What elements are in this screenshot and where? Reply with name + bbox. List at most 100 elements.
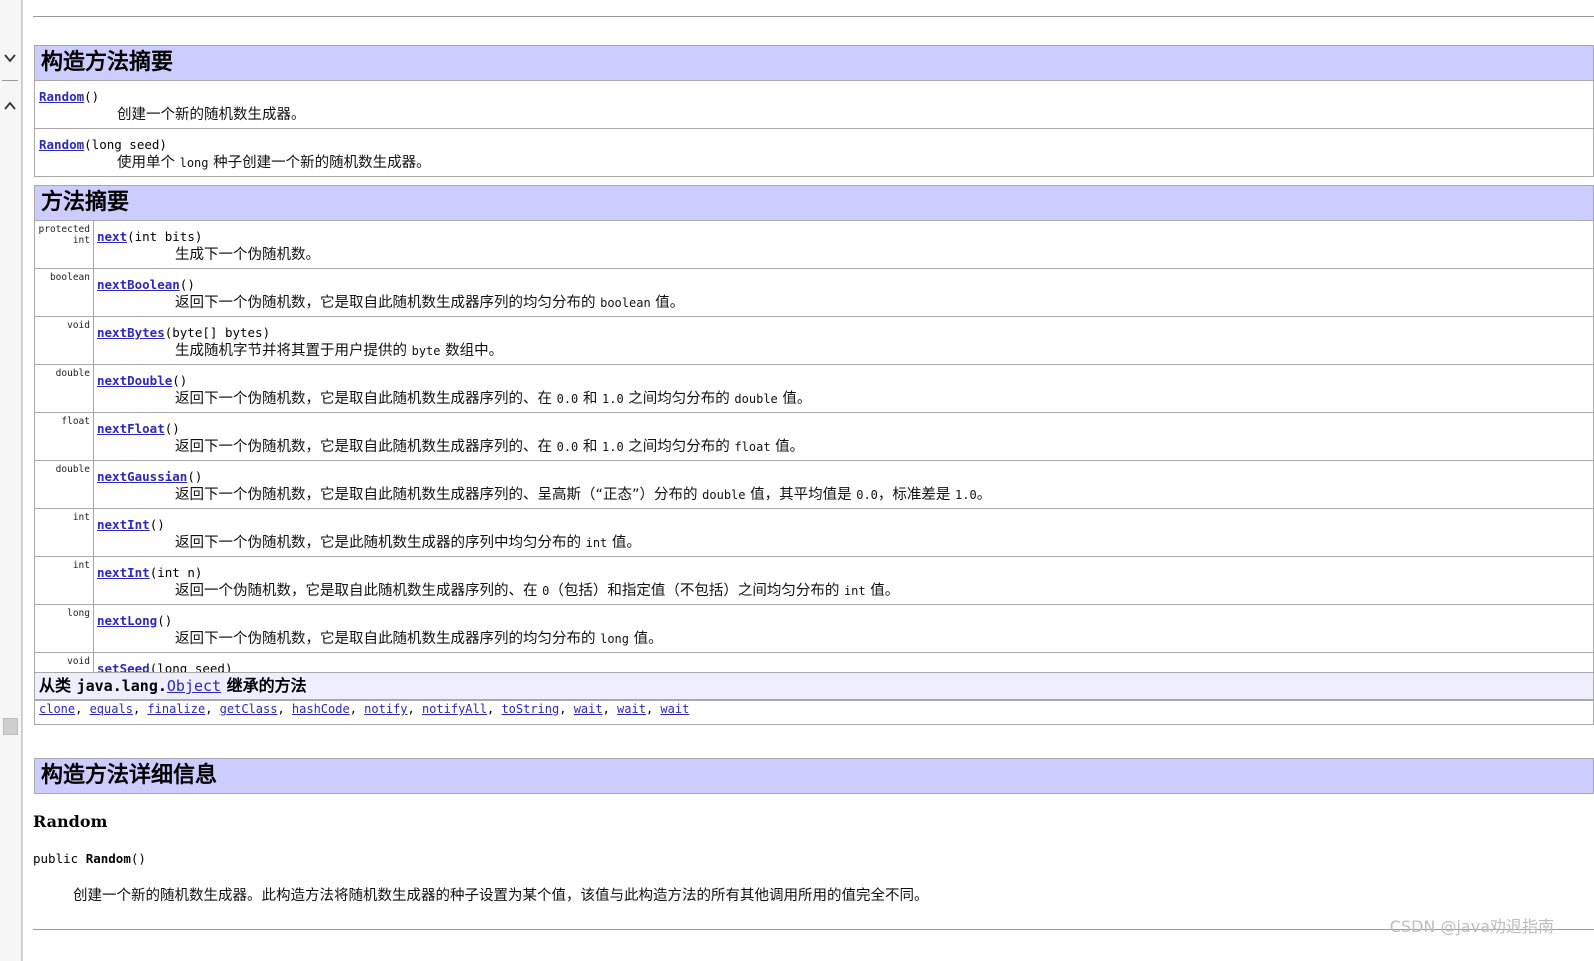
method-description: 返回下一个伪随机数，它是取自此随机数生成器序列的、在 0.0 和 1.0 之间均…: [97, 437, 1589, 457]
desc-text: 值。: [770, 439, 805, 455]
inherit-suffix: 继承的方法: [221, 676, 307, 695]
return-type-cell: int: [34, 556, 94, 605]
method-description: 返回下一个伪随机数，它是此随机数生成器的序列中均匀分布的 int 值。: [97, 533, 1589, 553]
desc-text: 值，其平均值是: [745, 487, 857, 503]
return-type: boolean: [49, 272, 90, 283]
method-description: 返回一个伪随机数，它是取自此随机数生成器序列的、在 0（包括）和指定值（不包括）…: [97, 581, 1589, 601]
table-row: Random(long seed) 使用单个 long 种子创建一个新的随机数生…: [34, 128, 1594, 177]
scroll-handle[interactable]: [3, 718, 18, 735]
method-link[interactable]: nextDouble: [97, 373, 172, 388]
desc-text: 数组中。: [440, 343, 504, 359]
table-row: void nextBytes(byte[] bytes) 生成随机字节并将其置于用户…: [34, 316, 1594, 365]
desc-text: 值。: [607, 535, 641, 551]
constructor-description: 创建一个新的随机数生成器。: [117, 107, 306, 123]
desc-code: int: [843, 584, 866, 598]
return-type-cell: double: [34, 364, 94, 413]
desc-text: （包括）和指定值（不包括）之间均匀分布的: [549, 583, 844, 599]
inherited-method-link[interactable]: clone: [39, 702, 75, 716]
inherited-method-link[interactable]: notify: [364, 702, 407, 716]
chevron-down-icon[interactable]: [2, 50, 18, 66]
constructor-params: (): [84, 89, 100, 104]
return-type: void: [67, 656, 90, 667]
method-link[interactable]: nextFloat: [97, 421, 165, 436]
return-type-cell: boolean: [34, 268, 94, 317]
inherited-method-link[interactable]: wait: [574, 702, 603, 716]
method-params: (int n): [149, 565, 203, 580]
desc-text: 返回下一个伪随机数，它是此随机数生成器的序列中均匀分布的: [175, 535, 586, 551]
method-params: (): [157, 613, 173, 628]
desc-text: 生成随机字节并将其置于用户提供的: [175, 343, 412, 359]
desc-text: 。: [976, 487, 992, 503]
return-type: double: [55, 464, 90, 475]
method-description: 返回下一个伪随机数，它是取自此随机数生成器序列的均匀分布的 boolean 值。: [97, 293, 1589, 313]
method-params: (int bits): [127, 229, 203, 244]
constructor-declaration: public Random(): [33, 851, 146, 866]
method-params: (): [164, 421, 180, 436]
return-type-cell: protected int: [34, 220, 94, 269]
return-type: int: [72, 235, 90, 246]
desc-text: 返回下一个伪随机数，它是取自此随机数生成器序列的、在: [175, 391, 557, 407]
desc-code: long: [600, 632, 630, 646]
chevron-up-icon[interactable]: [2, 98, 18, 114]
desc-text: 返回下一个伪随机数，它是取自此随机数生成器序列的、呈高斯（“正态”）分布的: [175, 487, 703, 503]
desc-text: 和: [578, 391, 603, 407]
desc-text: 值。: [777, 391, 812, 407]
desc-text: 返回下一个伪随机数，它是取自此随机数生成器序列的、在: [175, 439, 557, 455]
inherit-package: java.lang.: [76, 677, 167, 695]
method-link[interactable]: nextGaussian: [97, 469, 187, 484]
method-description: 返回下一个伪随机数，它是取自此随机数生成器序列的、呈高斯（“正态”）分布的 do…: [97, 485, 1589, 505]
method-link[interactable]: next: [97, 229, 127, 244]
inherited-method-link[interactable]: toString: [501, 702, 559, 716]
method-cell: nextDouble() 返回下一个伪随机数，它是取自此随机数生成器序列的、在 0…: [93, 364, 1594, 413]
desc-text: 种子创建一个新的随机数生成器。: [208, 155, 431, 171]
constructor-link[interactable]: Random: [39, 89, 84, 104]
constructor-detail-table: 构造方法详细信息: [34, 758, 1594, 794]
desc-text: 之间均匀分布的: [623, 439, 735, 455]
method-link[interactable]: nextBytes: [97, 325, 165, 340]
desc-text: 值。: [865, 583, 900, 599]
desc-code: 0.0: [856, 488, 878, 502]
method-cell: nextInt(int n) 返回一个伪随机数，它是取自此随机数生成器序列的、在 …: [93, 556, 1594, 605]
constructor-cell: Random(long seed) 使用单个 long 种子创建一个新的随机数生…: [34, 128, 1594, 177]
return-type-cell: void: [34, 316, 94, 365]
return-type: int: [72, 512, 90, 523]
inherited-method-link[interactable]: getClass: [220, 702, 278, 716]
desc-text: 和: [578, 439, 603, 455]
method-cell: nextInt() 返回下一个伪随机数，它是此随机数生成器的序列中均匀分布的 in…: [93, 508, 1594, 557]
inherited-method-link[interactable]: hashCode: [292, 702, 350, 716]
table-row: int nextInt(int n) 返回一个伪随机数，它是取自此随机数生成器序列的…: [34, 556, 1594, 605]
desc-code: 1.0: [955, 488, 977, 502]
inherited-method-link[interactable]: equals: [90, 702, 133, 716]
left-control-strip: [0, 0, 23, 961]
desc-text: 返回一个伪随机数，它是取自此随机数生成器序列的、在: [175, 583, 543, 599]
inherited-method-link[interactable]: wait: [617, 702, 646, 716]
constructor-detail-name: Random: [33, 812, 108, 831]
desc-text: 返回下一个伪随机数，它是取自此随机数生成器序列的均匀分布的: [175, 631, 601, 647]
inherited-methods-header: 从类 java.lang.Object 继承的方法: [34, 672, 1594, 700]
method-params: (byte[] bytes): [164, 325, 271, 340]
decl-params: (): [130, 851, 146, 866]
method-link[interactable]: nextInt: [97, 565, 150, 580]
table-row: Random() 创建一个新的随机数生成器。: [34, 80, 1594, 129]
return-type-cell: int: [34, 508, 94, 557]
inherited-method-link[interactable]: wait: [660, 702, 689, 716]
method-cell: nextGaussian() 返回下一个伪随机数，它是取自此随机数生成器序列的、呈…: [93, 460, 1594, 509]
constructor-link[interactable]: Random: [39, 137, 84, 152]
method-cell: nextLong() 返回下一个伪随机数，它是取自此随机数生成器序列的均匀分布的 …: [93, 604, 1594, 653]
method-params: (): [179, 277, 195, 292]
return-type-cell: double: [34, 460, 94, 509]
inherited-method-link[interactable]: finalize: [147, 702, 205, 716]
method-link[interactable]: nextBoolean: [97, 277, 180, 292]
desc-code: 1.0: [602, 440, 624, 454]
return-type-cell: float: [34, 412, 94, 461]
inherited-method-link[interactable]: notifyAll: [422, 702, 487, 716]
method-link[interactable]: nextInt: [97, 517, 150, 532]
table-row: int nextInt() 返回下一个伪随机数，它是此随机数生成器的序列中均匀分布的…: [34, 508, 1594, 557]
method-cell: nextFloat() 返回下一个伪随机数，它是取自此随机数生成器序列的、在 0.…: [93, 412, 1594, 461]
desc-code: 1.0: [602, 392, 624, 406]
desc-text: 之间均匀分布的: [623, 391, 735, 407]
object-class-link[interactable]: Object: [167, 677, 221, 695]
desc-code: 0.0: [556, 440, 579, 454]
method-link[interactable]: nextLong: [97, 613, 157, 628]
method-cell: nextBytes(byte[] bytes) 生成随机字节并将其置于用户提供的 …: [93, 316, 1594, 365]
